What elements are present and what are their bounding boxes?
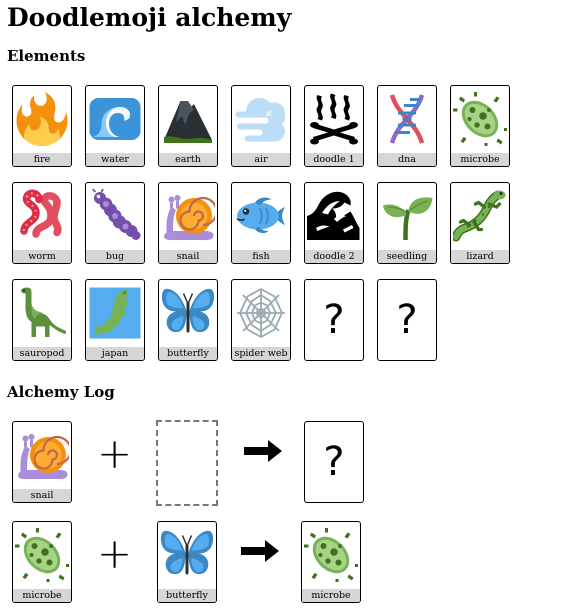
element-card-snail[interactable]: snail [158, 182, 218, 264]
unknown-question-mark: ? [323, 439, 345, 485]
lizard-icon [451, 183, 509, 249]
element-card-doodle2[interactable]: doodle 2 [304, 182, 364, 264]
butterfly-icon [159, 280, 217, 346]
element-card-microbe[interactable]: microbe [450, 85, 510, 167]
spiderweb-icon [232, 280, 290, 346]
log-result-card[interactable]: microbe [301, 521, 361, 603]
element-card-unknown[interactable]: ? [377, 279, 437, 361]
element-card-spiderweb[interactable]: spider web [231, 279, 291, 361]
alchemy-log-heading: Alchemy Log [7, 383, 115, 401]
card-label: fire [13, 153, 71, 166]
sauropod-icon [13, 280, 71, 346]
japan-icon [86, 280, 144, 346]
element-card-worm[interactable]: worm [12, 182, 72, 264]
snail-icon [13, 422, 71, 488]
microbe-icon [302, 522, 360, 588]
element-card-japan[interactable]: japan [85, 279, 145, 361]
log-second-card[interactable]: butterfly [157, 521, 217, 603]
snail-icon [159, 183, 217, 249]
element-card-dna[interactable]: dna [377, 85, 437, 167]
doodle2-icon [305, 183, 363, 249]
card-label: dna [378, 153, 436, 166]
doodle1-icon [305, 86, 363, 152]
bug-icon [86, 183, 144, 249]
element-card-seedling[interactable]: seedling [377, 182, 437, 264]
log-result-card[interactable]: ? [304, 421, 364, 503]
card-label: japan [86, 347, 144, 360]
air-icon [232, 86, 290, 152]
microbe-icon [13, 522, 71, 588]
arrow-right-icon [244, 440, 282, 462]
page-title: Doodlemoji alchemy [7, 3, 292, 32]
empty-drop-slot[interactable] [156, 420, 218, 506]
card-label: spider web [232, 347, 290, 360]
plus-operator: + [97, 429, 133, 478]
fish-icon [232, 183, 290, 249]
element-card-air[interactable]: air [231, 85, 291, 167]
fire-icon [13, 86, 71, 152]
card-label: microbe [13, 589, 71, 602]
card-label: air [232, 153, 290, 166]
butterfly-icon [158, 522, 216, 588]
element-card-sauropod[interactable]: sauropod [12, 279, 72, 361]
element-card-unknown[interactable]: ? [304, 279, 364, 361]
card-label: snail [159, 250, 217, 263]
seedling-icon [378, 183, 436, 249]
card-label: snail [13, 489, 71, 502]
element-card-water[interactable]: water [85, 85, 145, 167]
card-label: earth [159, 153, 217, 166]
element-card-earth[interactable]: earth [158, 85, 218, 167]
card-label: sauropod [13, 347, 71, 360]
dna-icon [378, 86, 436, 152]
elements-heading: Elements [7, 47, 86, 65]
card-label: doodle 2 [305, 250, 363, 263]
card-label: worm [13, 250, 71, 263]
card-label: microbe [451, 153, 509, 166]
log-first-card[interactable]: snail [12, 421, 72, 503]
earth-icon [159, 86, 217, 152]
element-card-fire[interactable]: fire [12, 85, 72, 167]
unknown-question-mark: ? [323, 297, 345, 343]
card-label: seedling [378, 250, 436, 263]
worm-icon [13, 183, 71, 249]
unknown-question-mark: ? [396, 297, 418, 343]
card-label: microbe [302, 589, 360, 602]
card-label: butterfly [159, 347, 217, 360]
element-card-lizard[interactable]: lizard [450, 182, 510, 264]
element-card-butterfly[interactable]: butterfly [158, 279, 218, 361]
element-card-bug[interactable]: bug [85, 182, 145, 264]
element-card-doodle1[interactable]: doodle 1 [304, 85, 364, 167]
arrow-right-icon [241, 540, 279, 562]
water-icon [86, 86, 144, 152]
card-label: bug [86, 250, 144, 263]
plus-operator: + [97, 529, 133, 578]
log-first-card[interactable]: microbe [12, 521, 72, 603]
card-label: fish [232, 250, 290, 263]
card-label: water [86, 153, 144, 166]
microbe-icon [451, 86, 509, 152]
card-label: butterfly [158, 589, 216, 602]
card-label: doodle 1 [305, 153, 363, 166]
element-card-fish[interactable]: fish [231, 182, 291, 264]
card-label: lizard [451, 250, 509, 263]
